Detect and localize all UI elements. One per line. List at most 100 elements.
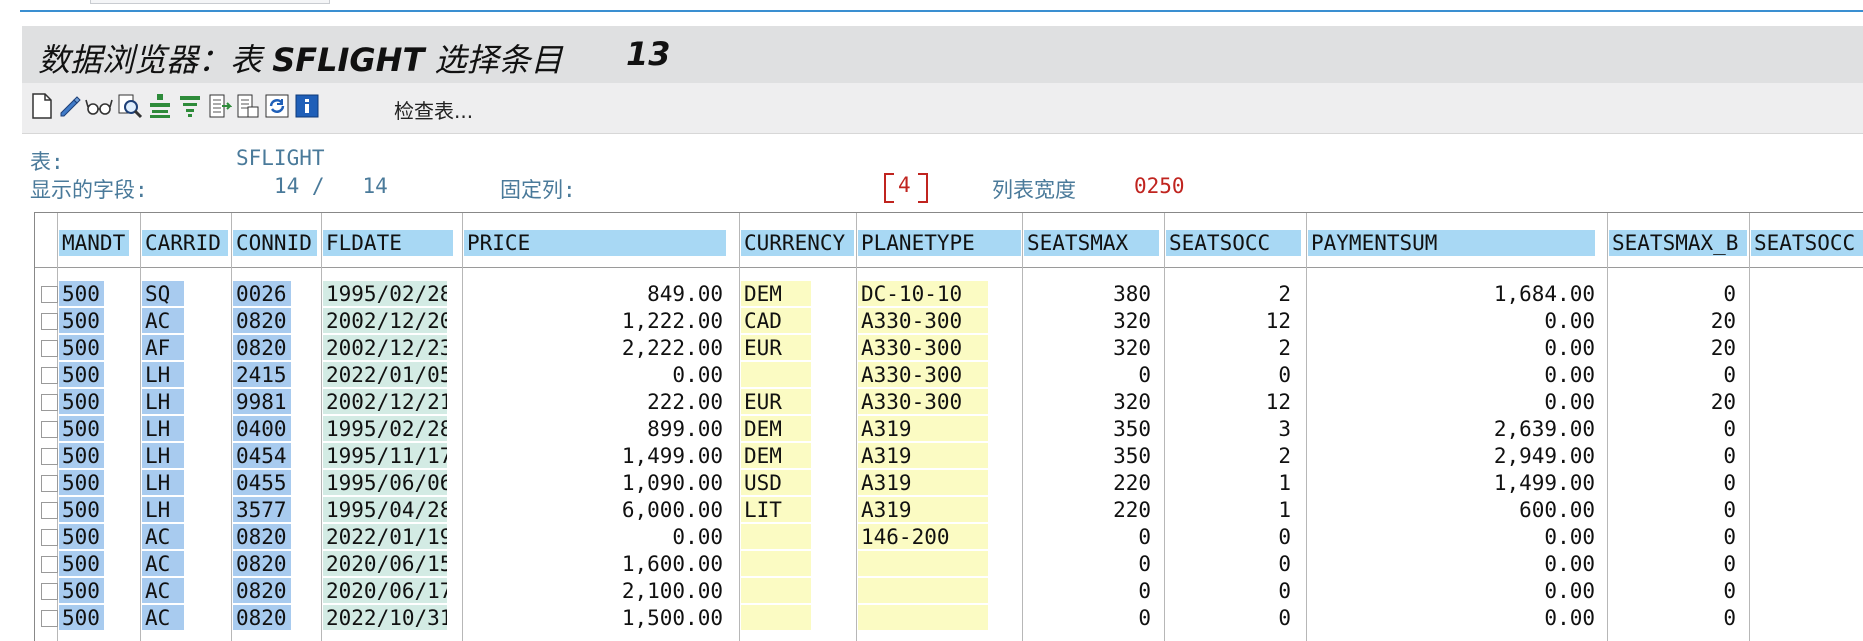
cell-planetype[interactable]: A319 (858, 416, 988, 441)
cell-seatsmax[interactable]: 320 (1024, 389, 1154, 414)
cell-carrid[interactable]: AC (142, 578, 184, 603)
align-center-icon[interactable] (146, 92, 174, 120)
column-header-carrid[interactable]: CARRID (142, 230, 228, 256)
cell-carrid[interactable]: AC (142, 308, 184, 333)
cell-planetype[interactable]: A330-300 (858, 335, 988, 360)
cell-planetype[interactable] (858, 578, 988, 603)
cell-price[interactable]: 1,090.00 (464, 470, 726, 495)
cell-price[interactable]: 899.00 (464, 416, 726, 441)
cell-paymentsum[interactable]: 2,949.00 (1308, 443, 1598, 468)
cell-price[interactable]: 0.00 (464, 362, 726, 387)
row-select-checkbox[interactable] (41, 556, 58, 573)
cell-seatsmax-b[interactable]: 20 (1609, 308, 1739, 333)
cell-mandt[interactable]: 500 (59, 416, 104, 441)
cell-paymentsum[interactable]: 0.00 (1308, 389, 1598, 414)
cell-seatsocc[interactable]: 3 (1166, 416, 1294, 441)
cell-connid[interactable]: 0820 (233, 578, 291, 603)
row-select-checkbox[interactable] (41, 421, 58, 438)
cell-seatsmax-b[interactable]: 0 (1609, 497, 1739, 522)
table-row[interactable]: 500 LH 0400 1995/02/28 899.00 DEM A319 350 3 2,63… (35, 416, 1863, 443)
cell-seatsocc[interactable]: 0 (1166, 578, 1294, 603)
cell-seatsmax-b[interactable]: 0 (1609, 362, 1739, 387)
cell-seatsmax[interactable]: 0 (1024, 551, 1154, 576)
cell-seatsmax[interactable]: 220 (1024, 497, 1154, 522)
table-row[interactable]: 500 LH 0454 1995/11/17 1,499.00 DEM A319 350 2 2,… (35, 443, 1863, 470)
cell-planetype[interactable]: A319 (858, 443, 988, 468)
cell-seatsocc[interactable]: 0 (1166, 362, 1294, 387)
cell-carrid[interactable]: AF (142, 335, 184, 360)
cell-fldate[interactable]: 2022/01/05 (323, 362, 447, 387)
row-select-checkbox[interactable] (41, 475, 58, 492)
cell-seatsmax-b[interactable]: 0 (1609, 443, 1739, 468)
cell-seatsocc[interactable]: 0 (1166, 605, 1294, 630)
table-row[interactable]: 500 LH 2415 2022/01/05 0.00 A330-300 0 0 0.00 0 (35, 362, 1863, 389)
cell-carrid[interactable]: LH (142, 389, 184, 414)
cell-currency[interactable] (741, 605, 811, 630)
cell-planetype[interactable]: DC-10-10 (858, 281, 988, 306)
row-select-checkbox[interactable] (41, 286, 58, 303)
cell-connid[interactable]: 3577 (233, 497, 291, 522)
column-header-seatsocc[interactable]: SEATSOCC (1751, 230, 1863, 256)
cell-price[interactable]: 2,100.00 (464, 578, 726, 603)
cell-price[interactable]: 1,499.00 (464, 443, 726, 468)
cell-seatsmax[interactable]: 0 (1024, 524, 1154, 549)
cell-mandt[interactable]: 500 (59, 578, 104, 603)
row-select-checkbox[interactable] (41, 502, 58, 519)
cell-seatsmax-b[interactable]: 0 (1609, 605, 1739, 630)
cell-currency[interactable]: LIT (741, 497, 811, 522)
cell-paymentsum[interactable]: 0.00 (1308, 524, 1598, 549)
new-entry-icon[interactable] (28, 92, 56, 120)
info-icon[interactable] (293, 92, 321, 120)
cell-currency[interactable] (741, 551, 811, 576)
cell-mandt[interactable]: 500 (59, 389, 104, 414)
cell-seatsmax-b[interactable]: 0 (1609, 470, 1739, 495)
table-row[interactable]: 500 SQ 0026 1995/02/28 849.00 DEM DC-10-10 380 2… (35, 281, 1863, 308)
cell-carrid[interactable]: SQ (142, 281, 184, 306)
cell-paymentsum[interactable]: 600.00 (1308, 497, 1598, 522)
cell-fldate[interactable]: 2002/12/23 (323, 335, 447, 360)
cell-mandt[interactable]: 500 (59, 497, 104, 522)
cell-paymentsum[interactable]: 0.00 (1308, 308, 1598, 333)
cell-currency[interactable] (741, 578, 811, 603)
row-select-checkbox[interactable] (41, 448, 58, 465)
cell-planetype[interactable]: 146-200 (858, 524, 988, 549)
filter-icon[interactable] (176, 92, 204, 120)
cell-currency[interactable]: EUR (741, 335, 811, 360)
cell-currency[interactable] (741, 524, 811, 549)
row-select-checkbox[interactable] (41, 313, 58, 330)
cell-carrid[interactable]: LH (142, 470, 184, 495)
cell-mandt[interactable]: 500 (59, 443, 104, 468)
cell-fldate[interactable]: 1995/06/06 (323, 470, 447, 495)
column-header-fldate[interactable]: FLDATE (323, 230, 453, 256)
cell-mandt[interactable]: 500 (59, 362, 104, 387)
refresh-icon[interactable] (263, 92, 291, 120)
cell-mandt[interactable]: 500 (59, 335, 104, 360)
cell-connid[interactable]: 0026 (233, 281, 291, 306)
cell-seatsocc[interactable]: 0 (1166, 524, 1294, 549)
table-row[interactable]: 500 AC 0820 2020/06/17 2,100.00 0 0 0.00 0 (35, 578, 1863, 605)
cell-currency[interactable] (741, 362, 811, 387)
cell-connid[interactable]: 0820 (233, 605, 291, 630)
cell-seatsmax[interactable]: 320 (1024, 335, 1154, 360)
cell-price[interactable]: 6,000.00 (464, 497, 726, 522)
copy-icon[interactable] (234, 92, 262, 120)
cell-connid[interactable]: 2415 (233, 362, 291, 387)
cell-seatsocc[interactable]: 1 (1166, 497, 1294, 522)
cell-paymentsum[interactable]: 1,499.00 (1308, 470, 1598, 495)
export-icon[interactable] (206, 92, 234, 120)
cell-currency[interactable]: EUR (741, 389, 811, 414)
cell-seatsmax[interactable]: 320 (1024, 308, 1154, 333)
table-row[interactable]: 500 AC 0820 2020/06/15 1,600.00 0 0 0.00 0 (35, 551, 1863, 578)
glasses-icon[interactable] (85, 92, 113, 120)
cell-fldate[interactable]: 2002/12/20 (323, 308, 447, 333)
cell-paymentsum[interactable]: 1,684.00 (1308, 281, 1598, 306)
table-row[interactable]: 500 AC 0820 2022/10/31 1,500.00 0 0 0.00 0 (35, 605, 1863, 632)
cell-seatsmax[interactable]: 0 (1024, 578, 1154, 603)
cell-connid[interactable]: 0820 (233, 524, 291, 549)
cell-seatsmax-b[interactable]: 0 (1609, 281, 1739, 306)
cell-planetype[interactable] (858, 605, 988, 630)
cell-mandt[interactable]: 500 (59, 281, 104, 306)
column-header-seatsocc[interactable]: SEATSOCC (1166, 230, 1301, 256)
cell-carrid[interactable]: AC (142, 605, 184, 630)
cell-fldate[interactable]: 2020/06/15 (323, 551, 447, 576)
